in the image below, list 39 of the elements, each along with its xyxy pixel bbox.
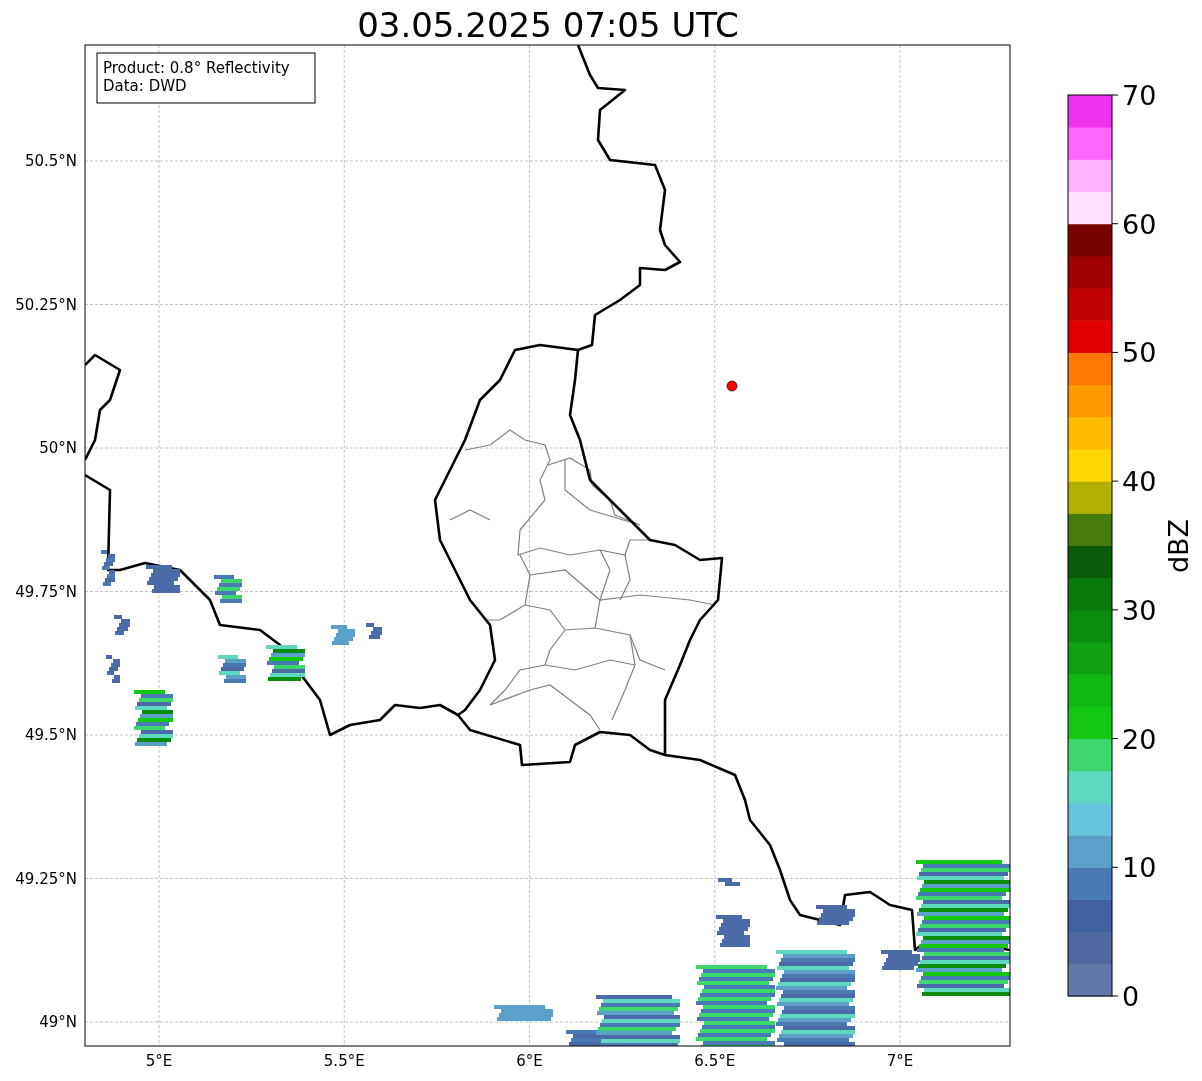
radar-echo-drawing xyxy=(214,575,242,603)
longitude-label: 6.5°E xyxy=(694,1052,736,1070)
radar-echo-drawing xyxy=(134,690,173,746)
longitude-label: 5.5°E xyxy=(323,1052,365,1070)
radar-echo-drawing xyxy=(716,915,750,947)
colorbar-tick-label: 10 xyxy=(1122,852,1157,884)
radar-echo-drawing xyxy=(114,615,130,635)
annotation-text: Data: DWD xyxy=(103,77,187,95)
colorbar-label: dBZ xyxy=(1163,518,1194,574)
chart-title: 03.05.2025 07:05 UTC xyxy=(357,5,739,45)
radar-echo-drawing xyxy=(101,550,115,586)
radar-echo-drawing xyxy=(718,878,740,886)
colorbar-tick-label: 50 xyxy=(1122,337,1157,369)
latitude-label: 50.5°N xyxy=(24,152,77,170)
latitude-label: 49.5°N xyxy=(24,726,77,744)
latitude-label: 49.25°N xyxy=(15,869,77,888)
latitude-label: 49.75°N xyxy=(15,582,77,601)
radar-echo-drawing xyxy=(106,655,120,683)
longitude-label: 7°E xyxy=(886,1052,914,1070)
colorbar-tick-label: 60 xyxy=(1122,208,1157,240)
colorbar-tick-label: 20 xyxy=(1122,723,1157,755)
colorbar-tick-label: 30 xyxy=(1122,594,1157,626)
latitude-label: 50°N xyxy=(39,439,77,457)
radar-echo-drawing xyxy=(331,625,355,645)
radar-echo-drawing xyxy=(366,623,382,639)
station-marker xyxy=(726,380,738,392)
radar-echo-drawing xyxy=(816,905,855,925)
longitude-label: 5°E xyxy=(145,1052,173,1070)
colorbar-tick-label: 40 xyxy=(1122,466,1157,498)
colorbar-tick-label: 70 xyxy=(1122,80,1157,111)
radar-echo-drawing xyxy=(266,645,305,681)
radar-echo-drawing xyxy=(218,655,246,683)
colorbar-tick-label: 0 xyxy=(1122,981,1140,1012)
radar-echo-drawing xyxy=(494,1005,553,1021)
longitude-label: 6°E xyxy=(516,1052,543,1070)
annotation-text: Product: 0.8° Reflectivity xyxy=(103,59,290,77)
latitude-label: 50.25°N xyxy=(15,295,77,314)
latitude-label: 49°N xyxy=(39,1013,77,1031)
radar-echo-drawing xyxy=(146,565,180,593)
